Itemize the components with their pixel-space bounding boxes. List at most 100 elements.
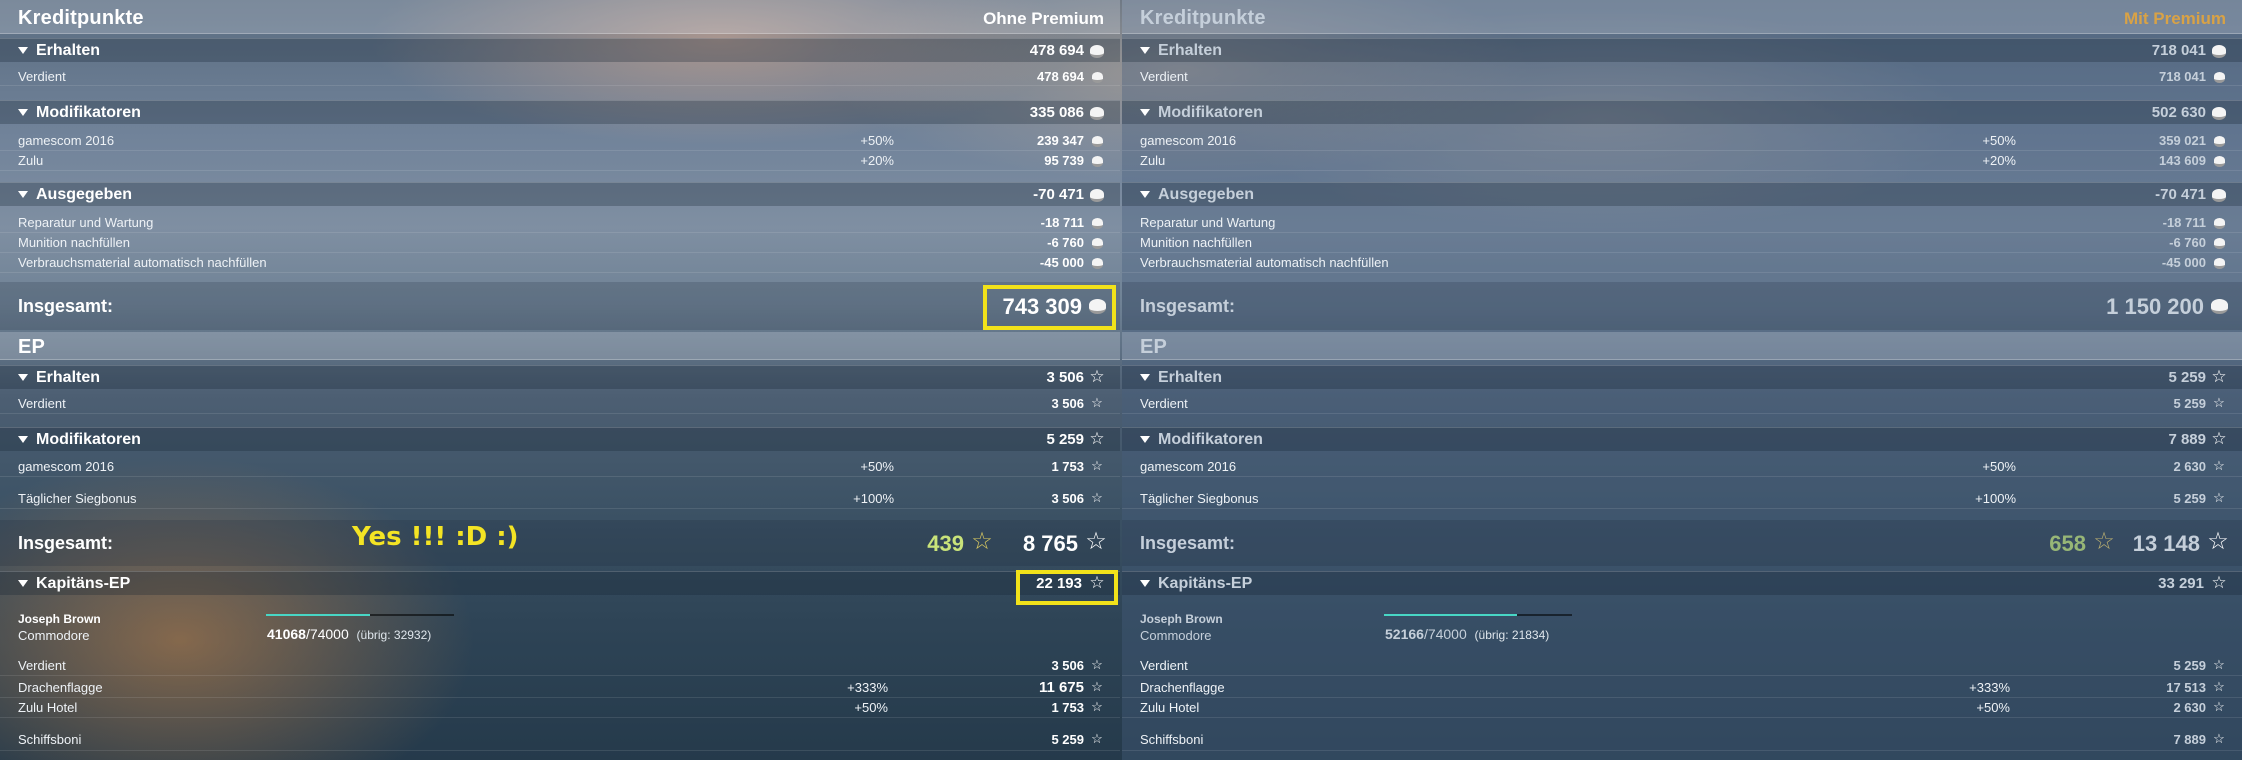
item-label: gamescom 2016 <box>18 133 115 148</box>
silver-coin-icon <box>1090 107 1104 120</box>
xp-max: /74000 <box>1423 626 1467 642</box>
item-value: 5 259 <box>2173 491 2206 506</box>
item-label: Drachenflagge <box>18 680 103 695</box>
star-icon: ☆ <box>1089 429 1105 448</box>
silver-coin-icon <box>2212 107 2226 120</box>
ep-total-row: Insgesamt: 658 ☆ 13 148 ☆ <box>1122 520 2242 566</box>
silver-coin-icon <box>1090 189 1104 202</box>
item-percent: +50% <box>860 133 894 148</box>
captain-name: Joseph Brown <box>1140 612 1223 626</box>
item-label: Zulu <box>18 153 44 168</box>
caret-down-icon <box>1140 109 1150 116</box>
section-value: 5 259 <box>2168 369 2206 386</box>
silver-coin-icon <box>1092 238 1103 249</box>
item-label: Zulu <box>1140 153 1166 168</box>
list-item: Verdient 3 506 ☆ <box>0 656 1120 676</box>
item-value: 2 630 <box>2173 459 2206 474</box>
item-value: 3 506 <box>1051 658 1084 673</box>
ep-modifiers-section[interactable]: Modifikatoren 5 259 ☆ <box>0 427 1120 451</box>
item-percent: +20% <box>860 153 894 168</box>
total-label: Insgesamt: <box>1140 533 1236 553</box>
ep-header: EP <box>0 332 1120 360</box>
caret-down-icon <box>18 109 28 116</box>
item-value: 3 506 <box>1051 396 1084 411</box>
credits-earned-section[interactable]: Erhalten 478 694 <box>0 38 1120 62</box>
caret-down-icon <box>1140 436 1150 443</box>
ep-title: EP <box>18 336 46 358</box>
section-label: Modifikatoren <box>36 431 141 448</box>
item-label: Verdient <box>1140 396 1188 411</box>
highlight-box <box>983 285 1116 330</box>
section-label: Modifikatoren <box>1158 104 1263 121</box>
item-value: 5 259 <box>1051 732 1084 747</box>
star-icon: ☆ <box>2211 429 2227 448</box>
captain-progress-fill <box>266 614 371 616</box>
credits-title: Kreditpunkte <box>18 7 144 29</box>
credits-modifiers-section[interactable]: Modifikatoren 335 086 <box>0 100 1120 124</box>
list-item: gamescom 2016 +50% 239 347 <box>0 131 1120 151</box>
item-value: 239 347 <box>1037 133 1084 148</box>
captain-xp-section[interactable]: Kapitäns-EP 22 193 ☆ <box>0 571 1120 595</box>
caret-down-icon <box>18 191 28 198</box>
caret-down-icon <box>1140 374 1150 381</box>
captain-rank: Commodore <box>1140 628 1212 643</box>
star-icon: ☆ <box>1091 699 1103 714</box>
item-percent: +20% <box>1982 153 2016 168</box>
section-value: -70 471 <box>2155 186 2206 203</box>
list-item: Verdient 718 041 <box>1122 66 2242 86</box>
silver-coin-icon <box>1090 45 1104 58</box>
item-label: Verdient <box>18 658 66 673</box>
section-value: 5 259 <box>1046 431 1084 448</box>
item-label: Verbrauchsmaterial automatisch nachfülle… <box>1140 255 1389 270</box>
item-label: Verdient <box>18 69 66 84</box>
item-value: 2 630 <box>2173 700 2206 715</box>
ep-total-value: 13 148 <box>2132 531 2200 556</box>
silver-coin-icon <box>2214 218 2225 229</box>
list-item: Täglicher Siegbonus +100% 3 506 ☆ <box>0 489 1120 509</box>
credits-spent-section[interactable]: Ausgegeben -70 471 <box>1122 182 2242 206</box>
captain-progress-fill <box>1384 614 1517 616</box>
ep-earned-section[interactable]: Erhalten 5 259 ☆ <box>1122 365 2242 389</box>
captain-rank: Commodore <box>18 628 90 643</box>
caret-down-icon <box>18 374 28 381</box>
list-item: gamescom 2016 +50% 2 630 ☆ <box>1122 457 2242 477</box>
free-xp-value: 439 <box>927 531 964 556</box>
item-label: Verdient <box>18 396 66 411</box>
star-icon: ☆ <box>1091 731 1103 746</box>
section-value: 335 086 <box>1029 104 1084 121</box>
section-value: -70 471 <box>1033 186 1084 203</box>
item-label: Zulu Hotel <box>1140 700 1200 715</box>
xp-current: 52166 <box>1385 626 1424 642</box>
captain-xp-section[interactable]: Kapitäns-EP 33 291 ☆ <box>1122 571 2242 595</box>
list-item: Drachenflagge +333% 11 675 ☆ <box>0 678 1120 698</box>
list-item: Reparatur und Wartung -18 711 <box>0 213 1120 233</box>
list-item: Verdient 3 506 ☆ <box>0 394 1120 414</box>
section-label: Erhalten <box>36 369 101 386</box>
list-item: Zulu +20% 143 609 <box>1122 151 2242 171</box>
star-icon: ☆ <box>2211 573 2227 592</box>
captain-xp-progress-text: 52166/74000 (übrig: 21834) <box>1385 626 1549 642</box>
credits-modifiers-section[interactable]: Modifikatoren 502 630 <box>1122 100 2242 124</box>
section-label: Ausgegeben <box>36 186 133 203</box>
item-value: 11 675 <box>1038 679 1084 696</box>
list-item: Zulu Hotel +50% 2 630 ☆ <box>1122 698 2242 718</box>
item-label: Munition nachfüllen <box>18 235 131 250</box>
ep-total-value: 8 765 <box>1022 531 1078 556</box>
credits-earned-section[interactable]: Erhalten 718 041 <box>1122 38 2242 62</box>
ep-earned-section[interactable]: Erhalten 3 506 ☆ <box>0 365 1120 389</box>
list-item: Täglicher Siegbonus +100% 5 259 ☆ <box>1122 489 2242 509</box>
free-xp-star-icon: ☆ <box>2093 528 2115 555</box>
star-icon: ☆ <box>2213 679 2225 694</box>
silver-coin-icon <box>2214 258 2225 269</box>
caret-down-icon <box>1140 191 1150 198</box>
ep-modifiers-section[interactable]: Modifikatoren 7 889 ☆ <box>1122 427 2242 451</box>
item-label: Täglicher Siegbonus <box>1140 491 1259 506</box>
credits-spent-section[interactable]: Ausgegeben -70 471 <box>0 182 1120 206</box>
list-item: Munition nachfüllen -6 760 <box>0 233 1120 253</box>
item-value: -45 000 <box>1039 255 1084 270</box>
star-icon: ☆ <box>1091 657 1103 672</box>
captain-name: Joseph Brown <box>18 612 101 626</box>
premium-mode-label: Ohne Premium <box>983 9 1104 28</box>
item-label: Schiffsboni <box>1140 732 1204 747</box>
item-value: -6 760 <box>2169 235 2206 250</box>
